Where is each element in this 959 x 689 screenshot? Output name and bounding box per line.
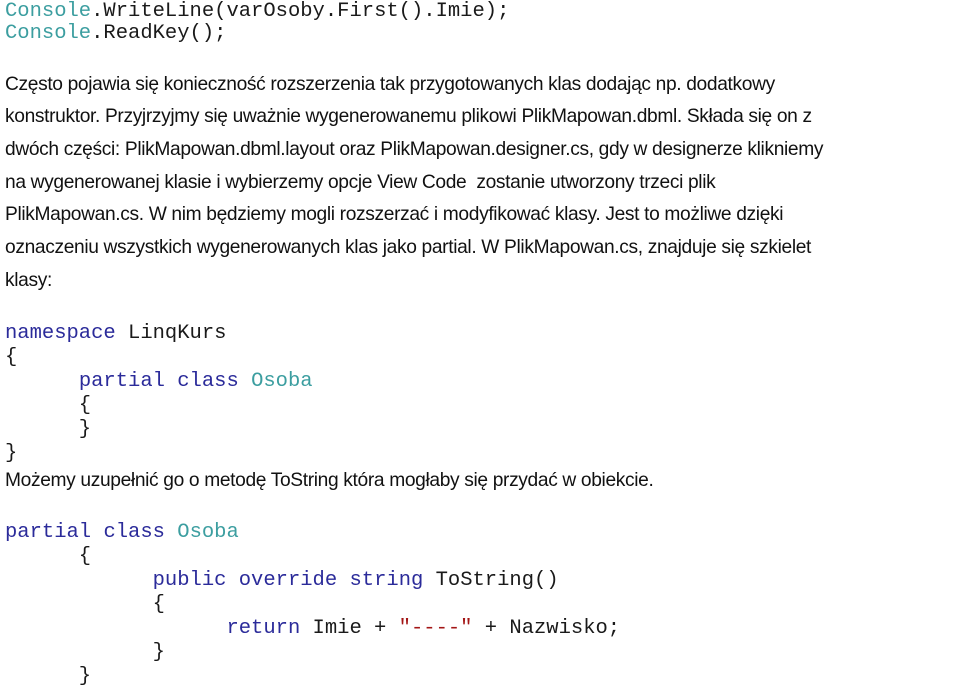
code-text: ToString() [423,569,559,592]
code-line: Console.WriteLine(varOsoby.First().Imie)… [5,0,509,24]
code-line: { [5,593,165,617]
code-text: { [5,545,92,568]
paragraph-line: konstruktor. Przyjrzyjmy się uważnie wyg… [5,106,812,127]
code-text: } [5,641,165,664]
code-keyword: class [177,370,239,393]
code-text: } [5,442,18,465]
code-keyword: namespace [5,322,116,345]
code-type-name: Osoba [177,521,239,544]
paragraph-line: PlikMapowan.cs. W nim będziemy mogli roz… [5,204,784,225]
code-type-name: Console [5,0,92,23]
code-line: public override string ToString() [5,569,559,593]
code-text: { [5,593,165,616]
document-page: Console.WriteLine(varOsoby.First().Imie)… [0,0,959,689]
code-keyword: return [226,617,301,640]
code-text: } [5,665,92,688]
code-text: } [5,418,92,441]
code-line: partial class Osoba [5,370,313,394]
code-line: namespace LinqKurs [5,322,226,346]
code-text: .WriteLine(varOsoby.First().Imie); [91,0,510,23]
code-text: { [5,394,92,417]
code-line: { [5,346,17,370]
paragraph-line: dwóch części: PlikMapowan.dbml.layout or… [5,139,824,160]
code-keyword: partial [78,370,165,393]
paragraph-line: Często pojawia się konieczność rozszerze… [5,74,775,95]
code-keyword: public [152,569,227,592]
code-text: + Nazwisko; [472,617,621,640]
paragraph-line: oznaczeniu wszystkich wygenerowanych kla… [5,237,812,258]
code-text: { [5,346,18,369]
code-line: Console.ReadKey(); [5,22,226,46]
code-keyword: class [103,521,165,544]
code-line: } [5,418,91,442]
code-line: } [5,641,165,665]
code-text: LinqKurs [115,322,227,345]
code-line: { [5,545,91,569]
code-keyword: override [238,569,338,592]
code-keyword: partial [5,521,92,544]
code-string: "----" [398,617,473,640]
code-type-name: Console [5,22,92,45]
code-type-name: Osoba [251,370,313,393]
code-line: } [5,665,91,689]
code-line: { [5,394,91,418]
code-text: Imie + [300,617,399,640]
code-text: .ReadKey(); [91,22,227,45]
paragraph-line: Możemy uzupełnić go o metodę ToString kt… [5,470,654,491]
code-line: partial class Osoba [5,521,239,545]
code-line: } [5,442,17,466]
code-line: return Imie + "----" + Nazwisko; [5,617,620,641]
paragraph-line: klasy: [5,270,52,291]
code-keyword: string [349,569,424,592]
paragraph-line: na wygenerowanej klasie i wybierzemy opc… [5,172,716,193]
